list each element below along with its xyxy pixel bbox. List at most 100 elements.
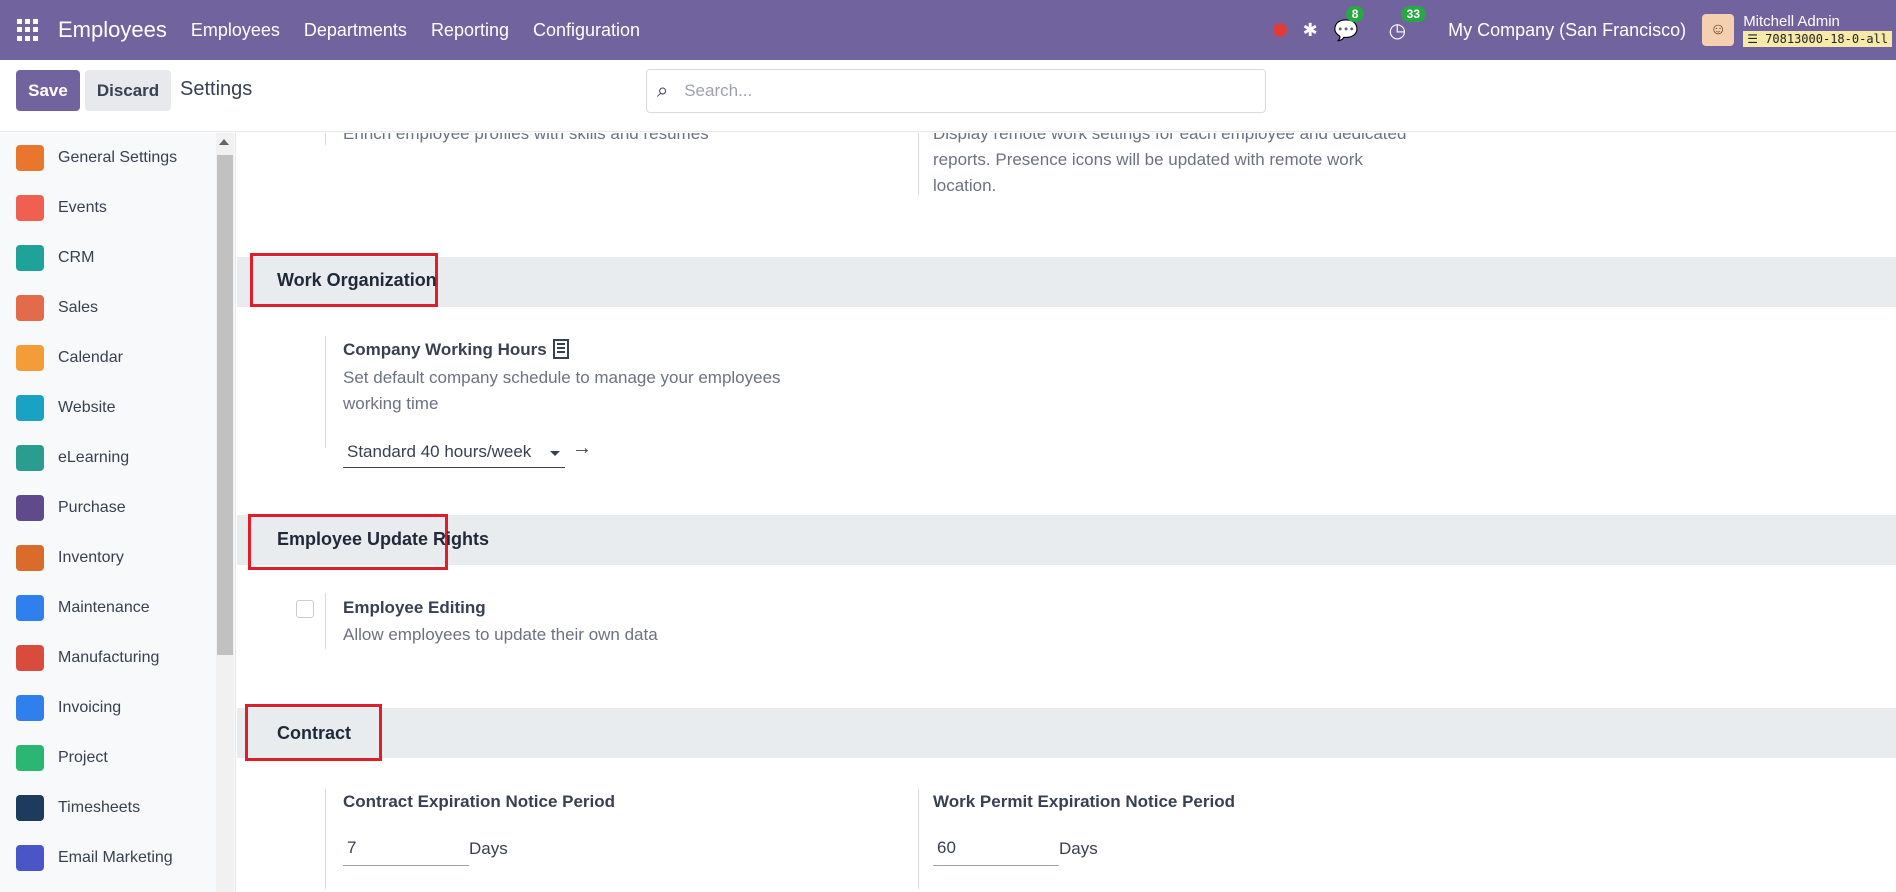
work-organization-title: Work Organization [277, 270, 437, 290]
sidebar-item-label: Email Marketing [58, 849, 173, 866]
sidebar-item-label: Invoicing [58, 699, 122, 716]
website-icon [16, 395, 44, 421]
internal-link-arrow-icon[interactable]: → [572, 437, 592, 460]
employee-update-rights-title: Employee Update Rights [277, 529, 490, 549]
activity-clock-icon[interactable]: ◷ 33 [1389, 5, 1427, 43]
app-brand[interactable]: Employees [58, 17, 167, 43]
activity-count-badge: 33 [1400, 5, 1427, 22]
general-settings-icon [16, 145, 44, 171]
sidebar-item-maintenance[interactable]: Maintenance [16, 593, 150, 623]
employee-editing-checkbox[interactable] [296, 600, 314, 618]
sidebar-item-crm[interactable]: CRM [16, 243, 94, 273]
sidebar-item-calendar[interactable]: Calendar [16, 343, 123, 373]
sidebar-item-label: Inventory [58, 549, 124, 566]
manufacturing-icon [16, 645, 44, 671]
sidebar-item-label: Project [58, 749, 108, 766]
debug-bug-icon[interactable]: ✱ [1303, 20, 1318, 41]
contract-section [237, 708, 1896, 758]
inventory-icon [16, 545, 44, 571]
recording-indicator-icon[interactable] [1272, 23, 1287, 37]
discard-button[interactable]: Discard [85, 70, 171, 111]
nav-reporting[interactable]: Reporting [431, 20, 509, 41]
sidebar-item-invoicing[interactable]: Invoicing [16, 693, 121, 723]
sales-icon [16, 295, 44, 321]
sidebar-item-email-marketing[interactable]: Email Marketing [16, 843, 173, 873]
sidebar-item-label: eLearning [58, 449, 130, 466]
sidebar-item-timesheets[interactable]: Timesheets [16, 793, 140, 823]
scroll-up-arrow-icon[interactable] [219, 139, 229, 145]
skills-description: Enrich employee profiles with skills and… [343, 133, 709, 143]
setting-divider [325, 133, 326, 145]
sidebar-item-label: Website [58, 399, 116, 416]
sidebar-item-label: Maintenance [58, 599, 150, 616]
work-permit-notice-unit: Days [1059, 839, 1098, 858]
user-menu[interactable]: Mitchell Admin ☰ 70813000-18-0-all [1743, 13, 1892, 47]
working-hours-select[interactable]: Standard 40 hours/week [343, 440, 565, 468]
sidebar-item-label: CRM [58, 249, 95, 266]
search-icon: ⌕ [657, 79, 669, 102]
setting-divider [325, 593, 326, 649]
chevron-down-icon[interactable] [550, 451, 560, 456]
sidebar-item-elearning[interactable]: eLearning [16, 443, 129, 473]
remote-work-description-1: Display remote work settings for each em… [933, 133, 1407, 143]
setting-divider [325, 789, 326, 889]
work-permit-notice-input[interactable]: 60 [933, 838, 1059, 866]
setting-divider [918, 133, 919, 195]
search-input[interactable]: Search... [684, 81, 752, 101]
control-panel: Save Discard Settings ⌕ Search... [0, 60, 1896, 132]
contract-notice-unit: Days [469, 839, 508, 858]
employee-editing-description: Allow employees to update their own data [343, 625, 658, 644]
working-hours-select-value: Standard 40 hours/week [347, 442, 532, 461]
top-navbar: Employees Employees Departments Reportin… [0, 0, 1896, 60]
database-tag: ☰ 70813000-18-0-all [1743, 31, 1892, 47]
work-organization-section [237, 257, 1896, 307]
remote-work-description-3: location. [933, 176, 997, 195]
user-name: Mitchell Admin [1743, 13, 1840, 30]
sidebar-item-label: General Settings [58, 149, 178, 166]
contract-notice-title: Contract Expiration Notice Period [343, 792, 616, 811]
work-permit-notice-title: Work Permit Expiration Notice Period [933, 792, 1235, 811]
sidebar-item-inventory[interactable]: Inventory [16, 543, 124, 573]
database-name: 70813000-18-0-all [1765, 32, 1888, 46]
sidebar-item-label: Timesheets [58, 799, 141, 816]
events-icon [16, 195, 44, 221]
sidebar-item-label: Purchase [58, 499, 126, 516]
crm-icon [16, 245, 44, 271]
save-button[interactable]: Save [16, 70, 80, 111]
company-working-hours-title: Company Working Hours [343, 340, 547, 359]
sidebar-item-general-settings[interactable]: General Settings [16, 143, 177, 173]
email-marketing-icon [16, 845, 44, 871]
elearning-icon [16, 445, 44, 471]
sidebar-item-sales[interactable]: Sales [16, 293, 98, 323]
user-avatar[interactable]: ☺ [1702, 14, 1735, 46]
messages-count-badge: 8 [1345, 5, 1365, 22]
nav-departments[interactable]: Departments [304, 20, 407, 41]
sidebar-item-purchase[interactable]: Purchase [16, 493, 126, 523]
remote-work-description-2: reports. Presence icons will be updated … [933, 150, 1363, 169]
sidebar-item-project[interactable]: Project [16, 743, 108, 773]
apps-menu-icon[interactable] [17, 19, 39, 41]
nav-employees[interactable]: Employees [191, 20, 280, 41]
working-hours-description-2: working time [343, 394, 439, 413]
setting-divider [918, 789, 919, 889]
sidebar-item-manufacturing[interactable]: Manufacturing [16, 643, 159, 673]
contract-notice-input[interactable]: 7 [343, 838, 469, 866]
employee-editing-title: Employee Editing [343, 598, 486, 617]
setting-divider [325, 336, 326, 448]
messages-icon[interactable]: 💬 8 [1334, 5, 1365, 43]
sidebar-item-events[interactable]: Events [16, 193, 107, 223]
project-icon [16, 745, 44, 771]
timesheets-icon [16, 795, 44, 821]
sidebar-item-website[interactable]: Website [16, 393, 116, 423]
search-box[interactable]: ⌕ Search... [646, 69, 1266, 113]
nav-configuration[interactable]: Configuration [533, 20, 640, 41]
contract-title: Contract [277, 723, 352, 743]
maintenance-icon [16, 595, 44, 621]
working-hours-description-1: Set default company schedule to manage y… [343, 368, 781, 387]
sidebar-item-label: Manufacturing [58, 649, 160, 666]
sidebar-scroll-thumb[interactable] [217, 155, 233, 655]
company-switcher[interactable]: My Company (San Francisco) [1448, 20, 1686, 41]
invoicing-icon [16, 695, 44, 721]
purchase-icon [16, 495, 44, 521]
page-title: Settings [180, 78, 253, 100]
